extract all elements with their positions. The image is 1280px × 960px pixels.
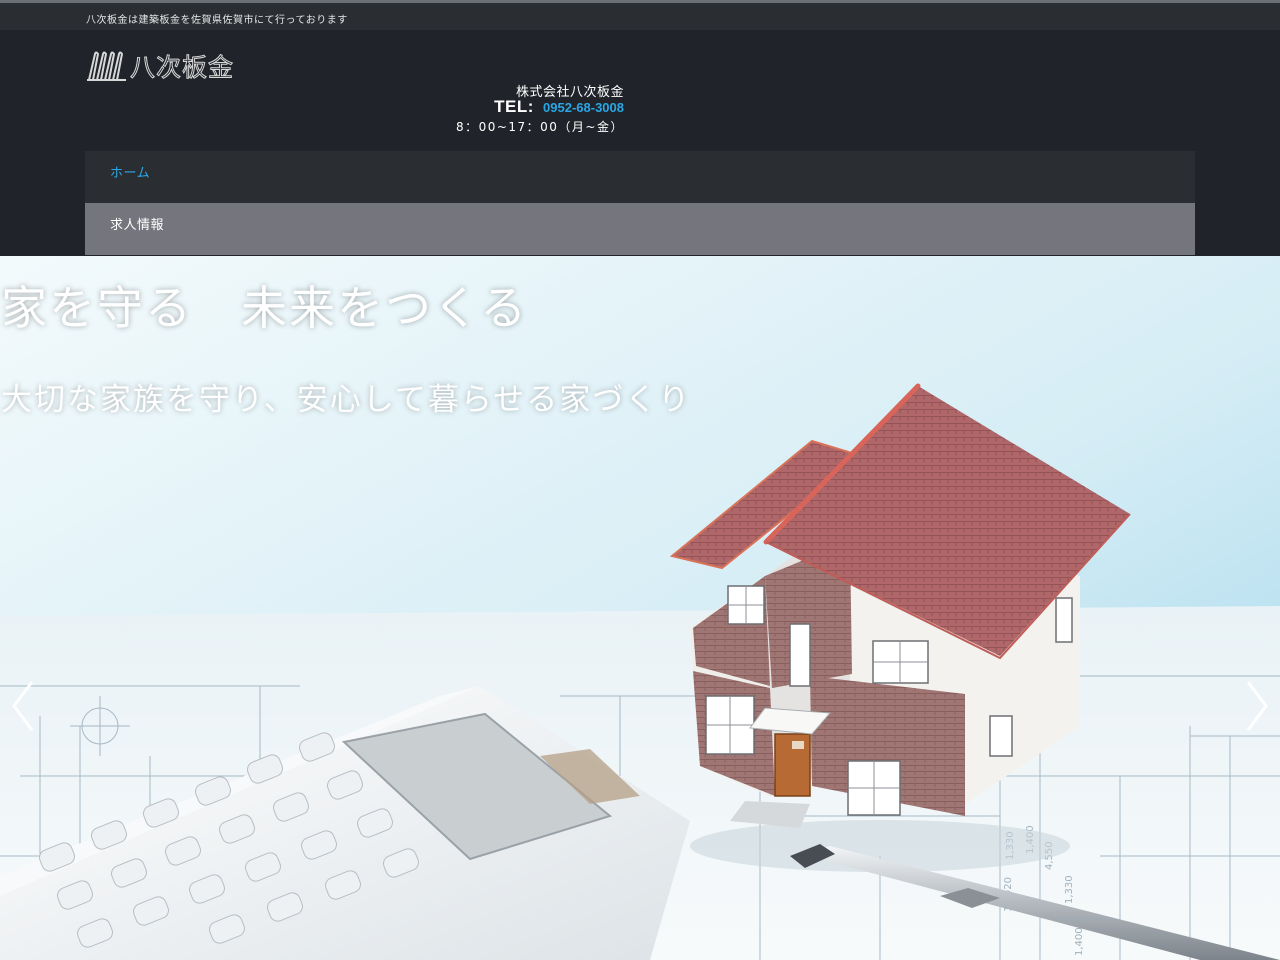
site-logo[interactable]: 八次板金 [86, 48, 234, 84]
tel-number-link[interactable]: 0952-68-3008 [543, 100, 624, 115]
hero-subtitle: 大切な家族を守り、安心して暮らせる家づくり [1, 382, 692, 418]
hero-image: 1,400 1,330 4,550 10,920 1,330 1,400 [0, 256, 1280, 960]
slider-prev-button[interactable] [4, 676, 44, 736]
site-tagline: 八次板金は建築板金を佐賀県佐賀市にて行っております [86, 15, 348, 26]
nav-item-jobs[interactable]: 求人情報 [85, 203, 1195, 255]
logo-text: 八次板金 [129, 53, 235, 83]
logo-sheet-metal-icon [87, 51, 126, 81]
tagline-bar: 八次板金は建築板金を佐賀県佐賀市にて行っております [0, 3, 1280, 30]
business-hours: 8：00~17：00（月~金） [455, 120, 624, 134]
svg-text:1,400: 1,400 [1074, 927, 1085, 956]
hero-title: 家を守る 未来をつくる [1, 281, 529, 335]
svg-text:1,330: 1,330 [1064, 875, 1075, 904]
slider-next-button[interactable] [1236, 676, 1276, 736]
main-nav: ホーム 求人情報 [85, 151, 1195, 255]
chevron-left-icon [12, 681, 34, 731]
tel-line: TEL: 0952-68-3008 [494, 97, 624, 117]
tel-label: TEL: [494, 97, 534, 116]
hero-slider: 1,400 1,330 4,550 10,920 1,330 1,400 [0, 256, 1280, 960]
nav-item-home[interactable]: ホーム [85, 151, 1195, 203]
chevron-right-icon [1246, 681, 1268, 731]
site-header: 八次板金 株式会社八次板金 TEL: 0952-68-3008 8：00~17：… [0, 30, 1280, 256]
